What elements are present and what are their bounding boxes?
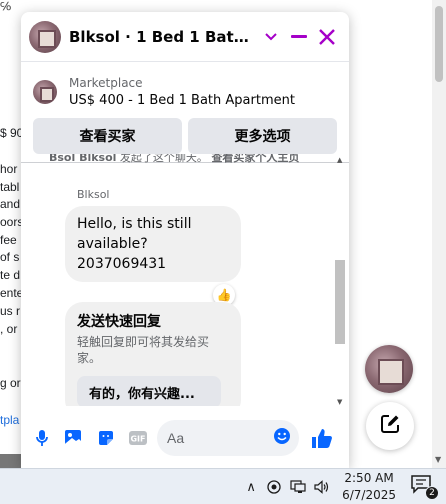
emoji-icon[interactable] <box>273 427 291 449</box>
chat-scroll-up-arrow[interactable]: ▲ <box>337 156 342 164</box>
chat-header: Blksol · 1 Bed 1 Bath Apartment <box>21 12 349 62</box>
compose-icon <box>380 414 400 438</box>
system-tray: ∧ 2:50 AM 6/7/2025 2 <box>240 469 446 504</box>
listing-title: US$ 400 - 1 Bed 1 Bath Apartment <box>69 93 295 108</box>
show-hidden-icons-icon[interactable]: ∧ <box>240 480 262 495</box>
background-text-line: $ 90 <box>0 126 24 140</box>
message-sender-name: Blksol <box>77 188 110 201</box>
background-text-line: of s <box>0 250 20 264</box>
chevron-down-icon[interactable] <box>258 24 284 50</box>
chat-scrollbar[interactable]: ▲ ▼ <box>333 154 347 406</box>
taskbar-clock[interactable]: 2:50 AM 6/7/2025 <box>342 470 396 504</box>
listing-actions: 查看买家 更多选项 <box>21 114 349 154</box>
new-message-button[interactable] <box>366 402 414 450</box>
listing-text: Marketplace US$ 400 - 1 Bed 1 Bath Apart… <box>69 74 295 110</box>
message-composer: GIF <box>21 416 349 460</box>
network-icon[interactable] <box>286 480 310 494</box>
chat-scroll-down-arrow[interactable]: ▼ <box>337 398 342 406</box>
clock-time: 2:50 AM <box>344 471 394 485</box>
view-buyer-button[interactable]: 查看买家 <box>33 118 182 154</box>
quick-reply-title: 发送快速回复 <box>77 314 161 330</box>
background-text-line: us r <box>0 304 21 318</box>
background-text-line: fee <box>0 233 17 247</box>
system-message-text: 发起了这个聊天。 <box>116 154 208 164</box>
background-corner-glyph: ℅ <box>0 0 12 13</box>
message-list: Bsol Blksol 发起了这个聊天。 查看买家个人主页 Blksol Hel… <box>21 154 349 406</box>
chat-title[interactable]: Blksol · 1 Bed 1 Bath Apartment <box>69 28 254 46</box>
photo-icon[interactable] <box>61 425 87 451</box>
microphone-icon[interactable] <box>29 425 55 451</box>
background-text-line: and <box>0 197 21 211</box>
background-text-line: ente <box>0 286 24 300</box>
page-scrollbar[interactable]: ▼ <box>432 0 446 468</box>
minimize-icon[interactable] <box>286 24 312 50</box>
chat-scrollbar-thumb[interactable] <box>335 260 345 344</box>
message-input[interactable] <box>167 430 267 446</box>
view-buyer-profile-link[interactable]: 查看买家个人主页 <box>211 154 299 164</box>
svg-text:GIF: GIF <box>130 435 145 444</box>
quick-reply-description: 轻触回复即可将其发给买家。 <box>77 335 210 365</box>
background-bottom-strip <box>0 454 22 468</box>
sticker-icon[interactable] <box>93 425 119 451</box>
notification-center-button[interactable]: 2 <box>410 474 439 500</box>
floating-chat-head-avatar[interactable] <box>365 345 413 393</box>
page-scroll-down-arrow[interactable]: ▼ <box>435 456 441 464</box>
gif-icon[interactable]: GIF <box>125 425 151 451</box>
windows-taskbar: ∧ 2:50 AM 6/7/2025 2 <box>0 468 446 504</box>
background-text-line: hor <box>0 162 18 176</box>
background-text-line: te d <box>0 268 21 282</box>
background-text-line: , or <box>0 322 18 336</box>
listing-avatar <box>33 80 57 104</box>
marketplace-listing[interactable]: Marketplace US$ 400 - 1 Bed 1 Bath Apart… <box>21 70 349 114</box>
location-icon[interactable] <box>262 480 286 494</box>
message-bubble[interactable]: Hello, is this still available? 20370694… <box>65 206 241 282</box>
quick-reply-card: 发送快速回复 轻触回复即可将其发给买家。 有的，你有兴趣... <box>65 302 241 406</box>
notification-count-badge: 2 <box>425 486 439 500</box>
listing-source: Marketplace <box>69 76 143 90</box>
system-message: Bsol Blksol 发起了这个聊天。 查看买家个人主页 <box>21 154 349 166</box>
background-link[interactable]: tpla <box>0 413 19 427</box>
thumbs-up-icon[interactable] <box>309 425 335 451</box>
chat-avatar[interactable] <box>29 20 61 53</box>
page-scrollbar-thumb[interactable] <box>435 6 443 82</box>
background-text-line: g or <box>0 376 21 390</box>
clock-date: 6/7/2025 <box>342 488 396 502</box>
messenger-chat-window: Blksol · 1 Bed 1 Bath Apartment Marketpl… <box>21 12 349 468</box>
system-message-name: Bsol Blksol <box>49 154 117 164</box>
message-input-wrapper <box>157 420 299 456</box>
volume-icon[interactable] <box>310 480 334 494</box>
quick-reply-button[interactable]: 有的，你有兴趣... <box>77 376 221 406</box>
background-text-line: tabl <box>0 180 20 194</box>
background-text-line: oors <box>0 215 24 229</box>
close-icon[interactable] <box>314 24 340 50</box>
more-options-button[interactable]: 更多选项 <box>188 118 337 154</box>
